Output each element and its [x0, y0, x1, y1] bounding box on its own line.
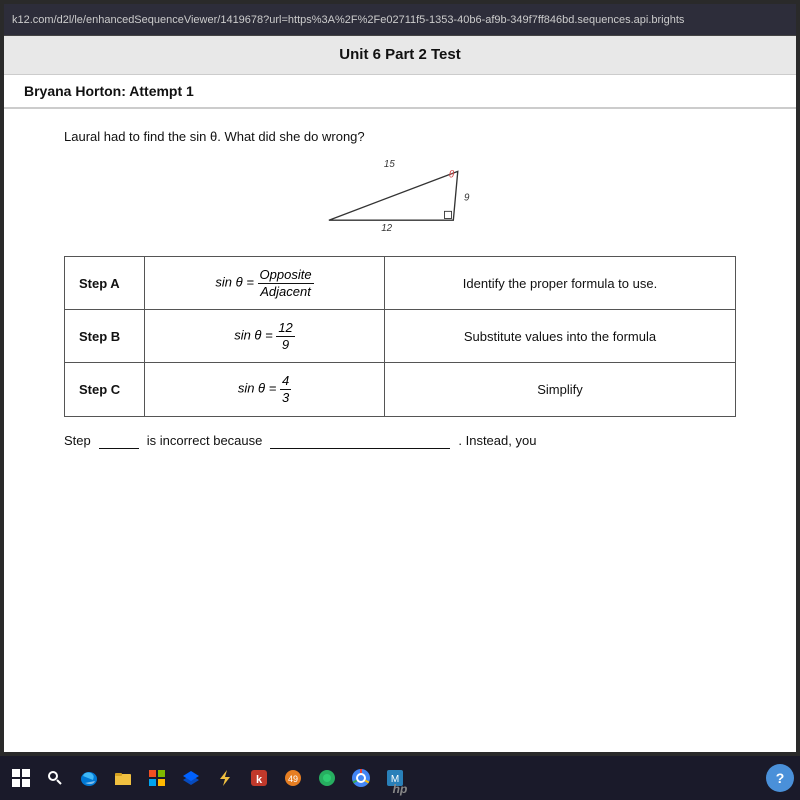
step-c-description: Simplify	[385, 363, 736, 416]
table-row: Step C sin θ = 4 3 Simplify	[65, 363, 736, 416]
incorrect-text: is incorrect because	[147, 433, 263, 448]
chrome-icon[interactable]	[346, 763, 376, 793]
student-name: Bryana Horton: Attempt 1	[24, 83, 194, 99]
page-title: Unit 6 Part 2 Test	[339, 46, 460, 63]
file-explorer-icon[interactable]	[108, 763, 138, 793]
red-app-icon[interactable]: k	[244, 763, 274, 793]
taskbar: k 49	[0, 756, 800, 800]
step-a-formula: sin θ = Opposite Adjacent	[145, 257, 385, 310]
step-c-formula: sin θ = 4 3	[145, 363, 385, 416]
step-a-description: Identify the proper formula to use.	[385, 257, 736, 310]
dropbox-icon[interactable]	[176, 763, 206, 793]
page-header: Unit 6 Part 2 Test	[4, 36, 796, 75]
lightning-icon[interactable]	[210, 763, 240, 793]
step-b-label: Step B	[65, 310, 145, 363]
store-icon[interactable]	[142, 763, 172, 793]
triangle-diagram: 15 12 9 θ	[64, 158, 736, 238]
svg-text:9: 9	[464, 193, 470, 204]
help-button[interactable]: ?	[766, 764, 794, 792]
windows-button[interactable]	[6, 763, 36, 793]
svg-text:θ: θ	[449, 170, 455, 181]
answer-line: Step is incorrect because . Instead, you	[64, 433, 736, 449]
step-b-formula: sin θ = 12 9	[145, 310, 385, 363]
step-a-label: Step A	[65, 257, 145, 310]
svg-text:12: 12	[381, 223, 392, 234]
content-area: Laural had to find the sin θ. What did s…	[4, 109, 796, 752]
browser-bar: k12.com/d2l/le/enhancedSequenceViewer/14…	[4, 4, 796, 36]
question-text: Laural had to find the sin θ. What did s…	[64, 129, 736, 144]
notification-icon[interactable]: 49	[278, 763, 308, 793]
svg-text:49: 49	[288, 774, 298, 784]
hp-logo: hp	[393, 782, 408, 796]
reason-blank[interactable]	[270, 433, 450, 449]
svg-text:15: 15	[384, 159, 395, 170]
table-row: Step A sin θ = Opposite Adjacent Identif…	[65, 257, 736, 310]
green-circle-icon[interactable]	[312, 763, 342, 793]
browser-url: k12.com/d2l/le/enhancedSequenceViewer/14…	[12, 14, 684, 26]
steps-table: Step A sin θ = Opposite Adjacent Identif…	[64, 256, 736, 417]
instead-text: . Instead, you	[458, 433, 536, 448]
search-taskbar-icon[interactable]	[40, 763, 70, 793]
table-row: Step B sin θ = 12 9 Substitute values in…	[65, 310, 736, 363]
step-blank[interactable]	[99, 433, 139, 449]
svg-text:k: k	[256, 774, 263, 786]
student-bar: Bryana Horton: Attempt 1	[4, 75, 796, 109]
step-b-description: Substitute values into the formula	[385, 310, 736, 363]
step-c-label: Step C	[65, 363, 145, 416]
step-prefix: Step	[64, 433, 91, 448]
edge-icon[interactable]	[74, 763, 104, 793]
